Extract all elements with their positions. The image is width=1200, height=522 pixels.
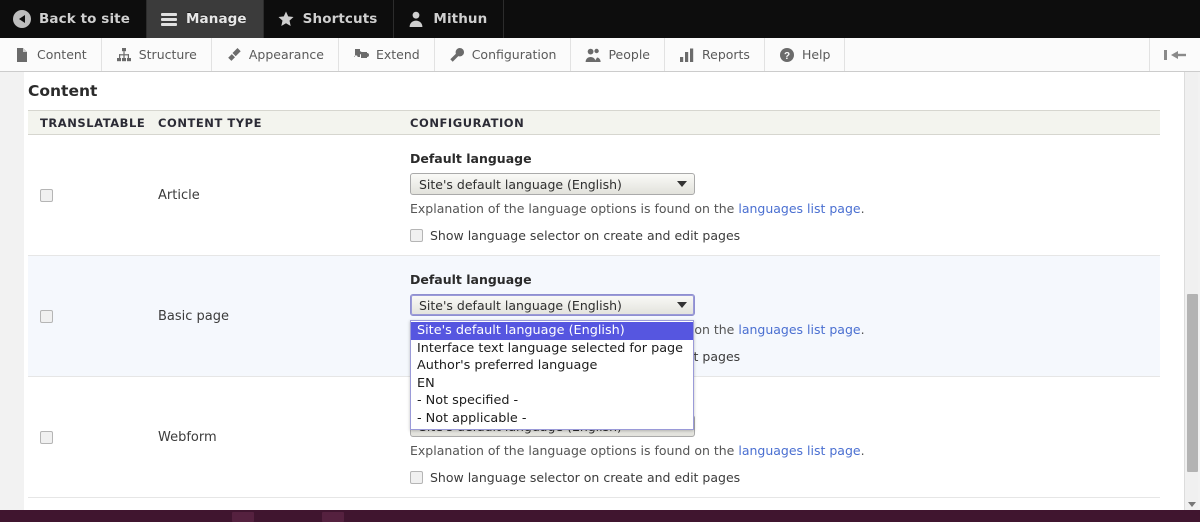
tray-item-appearance[interactable]: Appearance [212,38,339,71]
table-row: Article Default language Site's default … [28,135,1160,256]
help-prefix: Explanation of the language options is f… [410,443,738,458]
show-language-selector-row: Show language selector on create and edi… [410,470,1160,485]
tray-item-reports[interactable]: Reports [665,38,765,71]
tray-item-extend[interactable]: Extend [339,38,435,71]
translatable-cell [28,256,158,376]
show-language-selector-row: Show language selector on create and edi… [410,228,1160,243]
dropdown-option[interactable]: - Not applicable - [411,410,693,428]
scroll-down-arrow-icon[interactable] [1188,502,1196,507]
show-language-selector-checkbox[interactable] [410,471,423,484]
tray-item-label: Content [37,47,87,62]
tray-item-label: Structure [139,47,197,62]
tray-item-content[interactable]: Content [0,38,102,71]
screen-root: Back to site Manage Shortcuts Mithun [0,0,1200,522]
show-language-selector-checkbox[interactable] [410,229,423,242]
toolbar-item-manage[interactable]: Manage [147,0,264,38]
tray-item-label: Configuration [472,47,557,62]
scrollbar-thumb[interactable] [1187,294,1198,472]
default-language-select[interactable]: Site's default language (English) [410,294,695,316]
back-arrow-icon [13,10,31,28]
language-help-text: Explanation of the language options is f… [410,201,1160,216]
translatable-cell [28,135,158,255]
user-icon [407,10,425,28]
show-language-selector-label: Show language selector on create and edi… [430,470,740,485]
wrench-icon [449,47,465,63]
taskbar-window-button[interactable] [232,512,254,522]
tray-empty-space [845,38,1150,71]
admin-menu-tray: Content Structure Appearance [0,38,1200,72]
column-header-configuration: CONFIGURATION [410,116,1160,130]
default-language-dropdown-list[interactable]: Site's default language (English) Interf… [410,320,694,430]
content-type-cell: Webform [158,377,410,497]
translatable-checkbox[interactable] [40,431,53,444]
translatable-checkbox[interactable] [40,189,53,202]
content-type-cell: Article [158,135,410,255]
toolbar-item-label: Manage [186,11,247,27]
page-body: Content TRANSLATABLE CONTENT TYPE CONFIG… [0,72,1200,510]
paintbrush-icon [226,47,242,63]
toolbar-item-user[interactable]: Mithun [394,0,504,38]
svg-text:?: ? [784,50,790,61]
bar-chart-icon [679,47,695,63]
content-language-table: TRANSLATABLE CONTENT TYPE CONFIGURATION … [28,110,1160,498]
tray-item-people[interactable]: People [571,38,665,71]
languages-list-page-link[interactable]: languages list page [738,443,860,458]
help-suffix: . [861,201,865,216]
translatable-cell [28,377,158,497]
help-prefix: Explanation of the language options is f… [410,201,738,216]
toolbar-item-label: Shortcuts [303,11,378,27]
translatable-checkbox[interactable] [40,310,53,323]
toolbar-item-back-to-site[interactable]: Back to site [0,0,147,38]
tray-item-configuration[interactable]: Configuration [435,38,572,71]
vertical-scrollbar[interactable] [1184,72,1198,510]
show-language-selector-label: Show language selector on create and edi… [430,228,740,243]
default-language-value: Site's default language (English) [419,177,622,192]
sitemap-icon [116,47,132,63]
taskbar-window-button[interactable] [322,512,344,522]
help-suffix: . [861,443,865,458]
column-header-translatable: TRANSLATABLE [28,116,158,130]
question-mark-icon: ? [779,47,795,63]
os-taskbar [0,510,1200,522]
tray-item-label: Appearance [249,47,324,62]
column-header-content-type: CONTENT TYPE [158,116,410,130]
puzzle-piece-icon [353,47,369,63]
people-icon [585,47,601,63]
toolbar-item-label: Back to site [39,11,130,27]
toolbar-empty-space [504,0,1200,38]
dropdown-option[interactable]: - Not specified - [411,392,693,410]
languages-list-page-link[interactable]: languages list page [738,322,860,337]
help-suffix: . [861,322,865,337]
default-language-label: Default language [410,272,1160,287]
language-help-text: Explanation of the language options is f… [410,443,1160,458]
hamburger-icon [160,10,178,28]
admin-toolbar: Back to site Manage Shortcuts Mithun [0,0,1200,38]
configuration-cell: Default language Site's default language… [410,135,1160,255]
tray-item-label: Reports [702,47,750,62]
chevron-down-icon [677,181,687,187]
toolbar-item-shortcuts[interactable]: Shortcuts [264,0,395,38]
chevron-down-icon [677,302,687,308]
default-language-value: Site's default language (English) [419,298,622,313]
page-title: Content [28,82,97,100]
table-header-row: TRANSLATABLE CONTENT TYPE CONFIGURATION [28,110,1160,135]
file-icon [14,47,30,63]
tray-item-label: Extend [376,47,420,62]
default-language-label: Default language [410,151,1160,166]
content-type-cell: Basic page [158,256,410,376]
toolbar-item-label: Mithun [433,11,487,27]
tray-item-label: People [608,47,650,62]
tray-item-structure[interactable]: Structure [102,38,212,71]
languages-list-page-link[interactable]: languages list page [738,201,860,216]
dropdown-option[interactable]: EN [411,375,693,393]
dropdown-option[interactable]: Author's preferred language [411,357,693,375]
star-icon [277,10,295,28]
default-language-select[interactable]: Site's default language (English) [410,173,695,195]
toolbar-orientation-toggle-icon[interactable] [1150,38,1200,71]
dropdown-option[interactable]: Site's default language (English) [411,322,693,340]
tray-item-label: Help [802,47,831,62]
tray-item-help[interactable]: ? Help [765,38,846,71]
dropdown-option[interactable]: Interface text language selected for pag… [411,340,693,358]
